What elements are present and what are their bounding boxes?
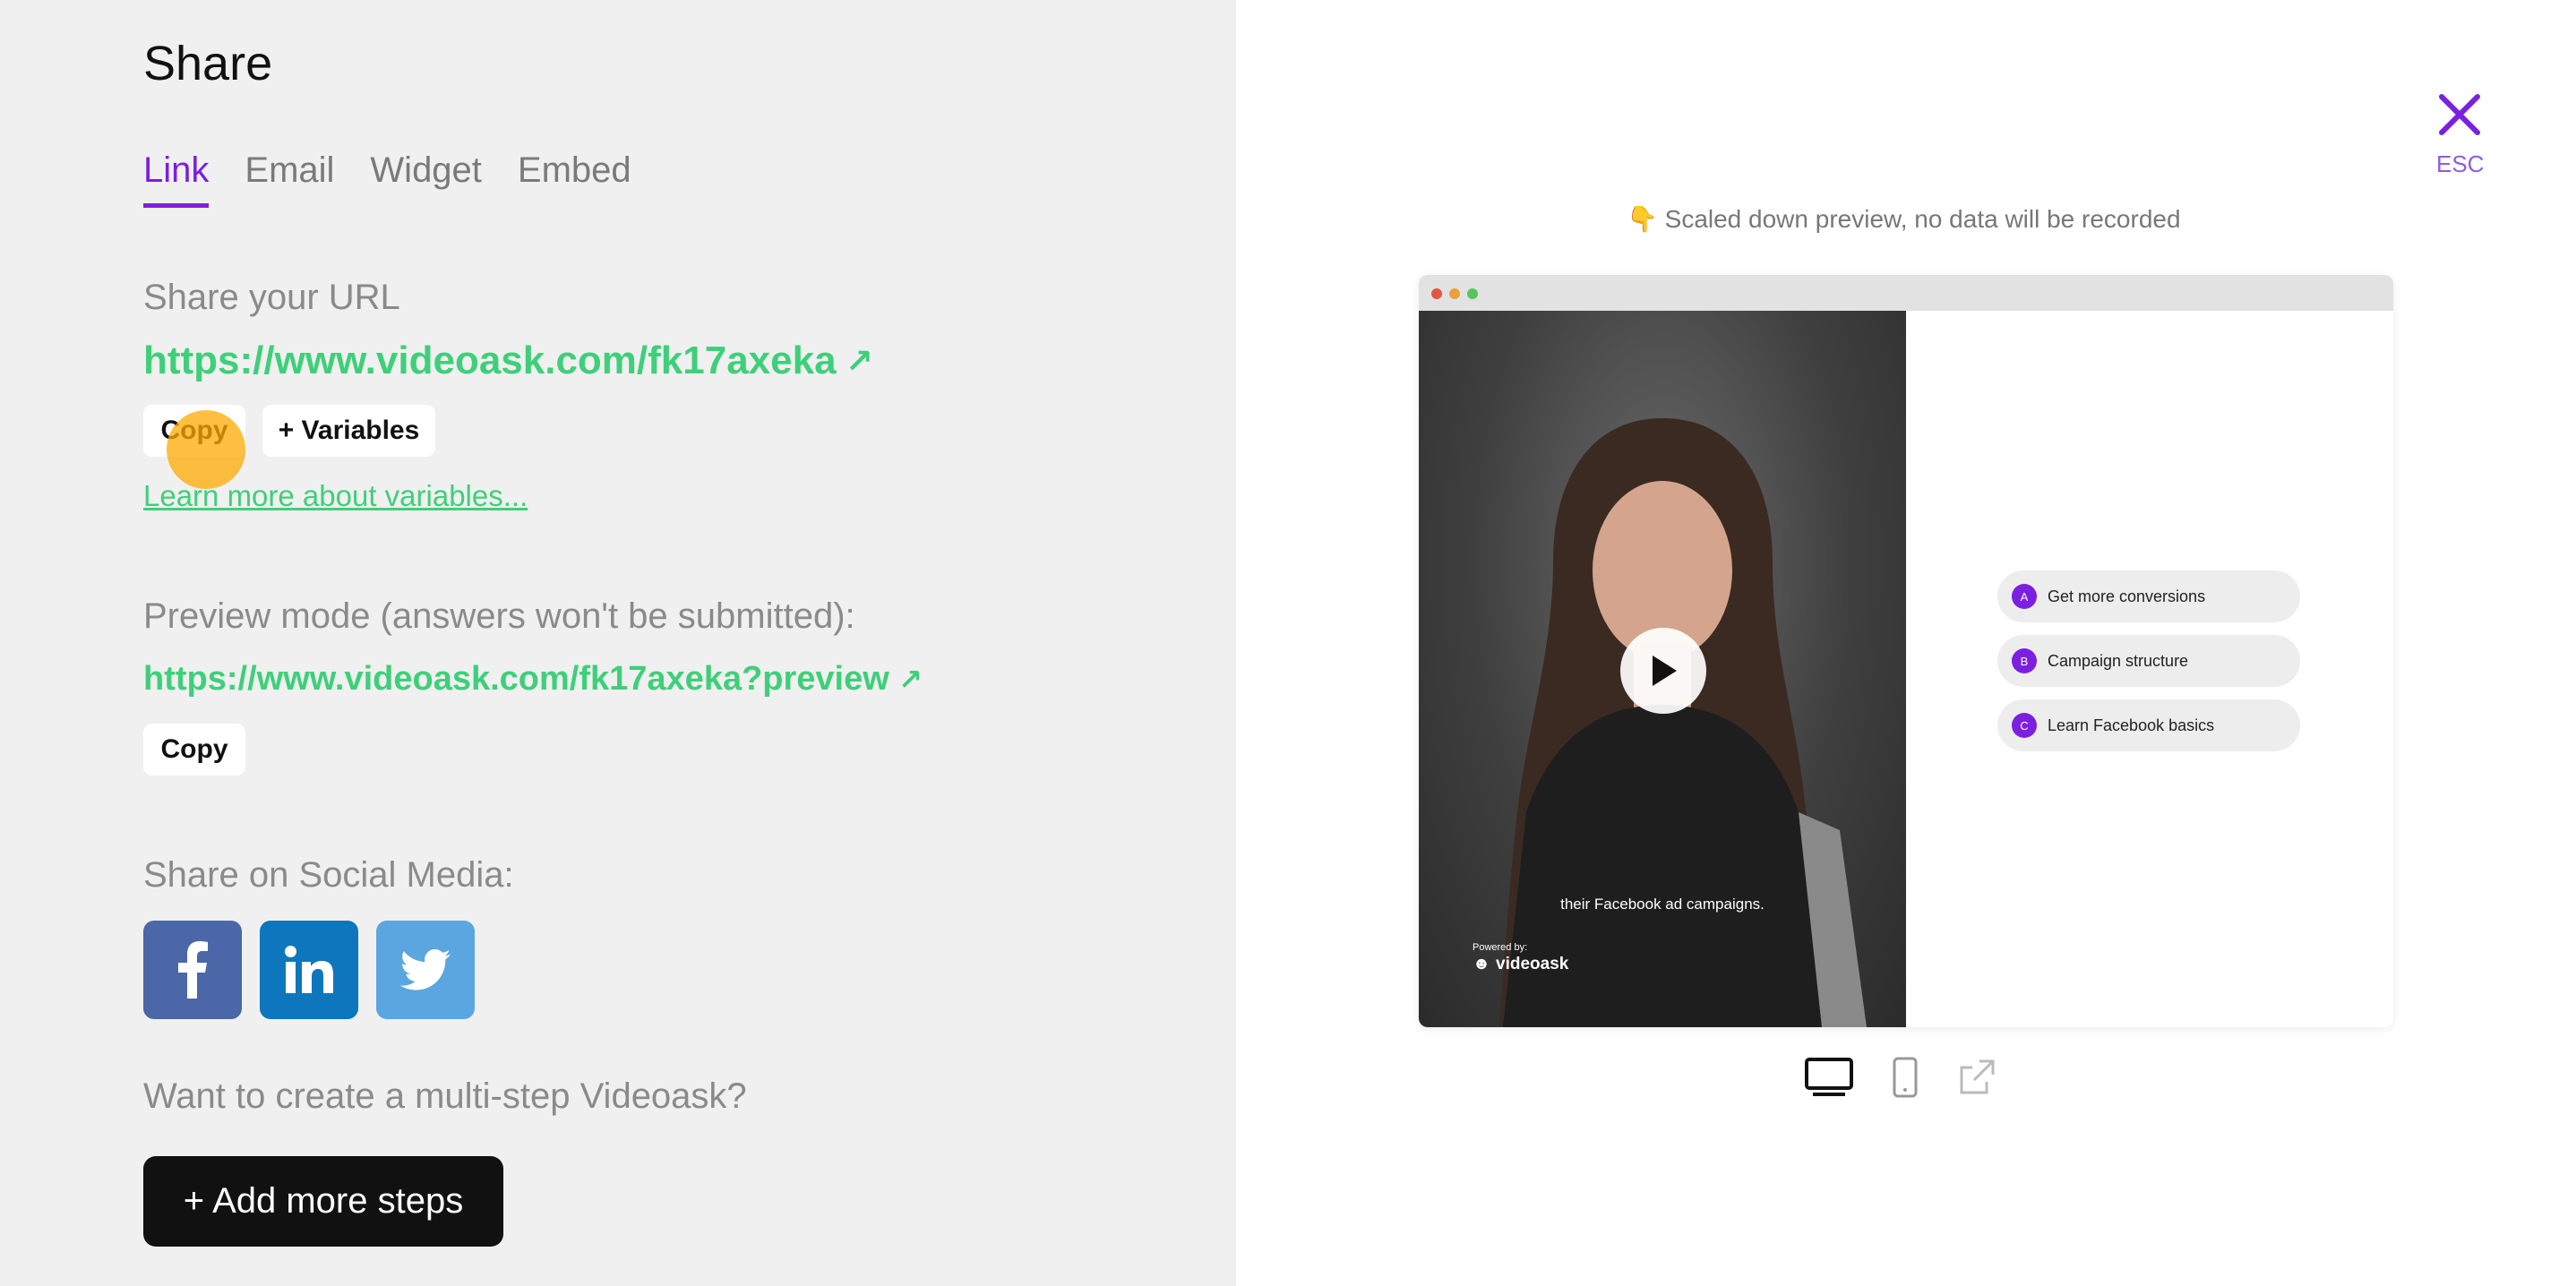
smile-logo-icon: ☻	[1473, 955, 1490, 973]
videoask-logo: ☻ videoask	[1473, 955, 1568, 974]
preview-video[interactable]: their Facebook ad campaigns. Powered by:…	[1419, 311, 1906, 1027]
option-label: Get more conversions	[2048, 587, 2206, 605]
preview-mode-label: Preview mode (answers won't be submitted…	[143, 596, 855, 636]
esc-label: ESC	[2436, 150, 2485, 177]
multistep-label: Want to create a multi-step Videoask?	[143, 1076, 747, 1116]
play-button[interactable]	[1620, 628, 1706, 714]
preview-browser-frame: their Facebook ad campaigns. Powered by:…	[1419, 275, 2393, 1027]
answer-options: A Get more conversions B Campaign struct…	[1997, 570, 2300, 751]
twitter-share-button[interactable]	[376, 921, 475, 1019]
social-label: Share on Social Media:	[143, 855, 514, 895]
tab-embed[interactable]: Embed	[518, 150, 631, 208]
add-more-steps-button[interactable]: + Add more steps	[143, 1156, 503, 1247]
share-url-label: Share your URL	[143, 278, 400, 317]
linkedin-icon	[285, 946, 333, 993]
external-arrow-icon: ↗	[897, 663, 923, 696]
learn-variables-link[interactable]: Learn more about variables...	[143, 479, 528, 513]
share-panel: Share Link Email Widget Embed Share your…	[0, 0, 1236, 1286]
share-tabs: Link Email Widget Embed	[143, 150, 631, 208]
variables-button[interactable]: + Variables	[262, 405, 435, 457]
tab-email[interactable]: Email	[245, 150, 334, 208]
browser-toolbar	[1419, 275, 2393, 311]
option-letter: C	[2012, 713, 2037, 738]
external-link-icon[interactable]	[1956, 1057, 1997, 1098]
play-icon	[1653, 656, 1677, 686]
preview-url-link[interactable]: https://www.videoask.com/fk17axeka?previ…	[143, 660, 923, 699]
share-url-text: https://www.videoask.com/fk17axeka	[143, 339, 837, 382]
linkedin-share-button[interactable]	[260, 921, 358, 1019]
close-icon[interactable]	[2434, 90, 2485, 140]
external-arrow-icon: ↗	[845, 342, 873, 380]
tab-widget[interactable]: Widget	[370, 150, 482, 208]
preview-note: 👇 Scaled down preview, no data will be r…	[1627, 205, 2181, 233]
powered-by-label: Powered by:	[1473, 942, 1528, 953]
window-minimize-dot	[1449, 288, 1460, 299]
option-a[interactable]: A Get more conversions	[1997, 570, 2300, 622]
facebook-icon	[178, 941, 208, 999]
share-url-link[interactable]: https://www.videoask.com/fk17axeka ↗	[143, 339, 873, 383]
option-b[interactable]: B Campaign structure	[1997, 635, 2300, 687]
window-close-dot	[1431, 288, 1442, 299]
mobile-icon[interactable]	[1892, 1057, 1919, 1098]
copy-preview-button[interactable]: Copy	[143, 724, 245, 776]
option-label: Campaign structure	[2048, 651, 2189, 670]
page-title: Share	[143, 37, 273, 90]
cursor-indicator	[167, 410, 245, 489]
powered-by-badge: Powered by: ☻ videoask	[1473, 942, 1568, 974]
option-label: Learn Facebook basics	[2048, 716, 2215, 734]
brand-name: videoask	[1496, 955, 1569, 973]
preview-url-text: https://www.videoask.com/fk17axeka?previ…	[143, 660, 889, 698]
twitter-icon	[400, 949, 451, 990]
device-toggle	[1804, 1057, 1997, 1098]
video-subtitle: their Facebook ad campaigns.	[1560, 896, 1765, 913]
social-buttons	[143, 921, 475, 1019]
option-letter: A	[2012, 584, 2037, 609]
option-c[interactable]: C Learn Facebook basics	[1997, 699, 2300, 751]
option-letter: B	[2012, 648, 2037, 673]
tab-link[interactable]: Link	[143, 150, 210, 208]
desktop-icon[interactable]	[1804, 1057, 1854, 1098]
window-maximize-dot	[1467, 288, 1478, 299]
facebook-share-button[interactable]	[143, 921, 242, 1019]
